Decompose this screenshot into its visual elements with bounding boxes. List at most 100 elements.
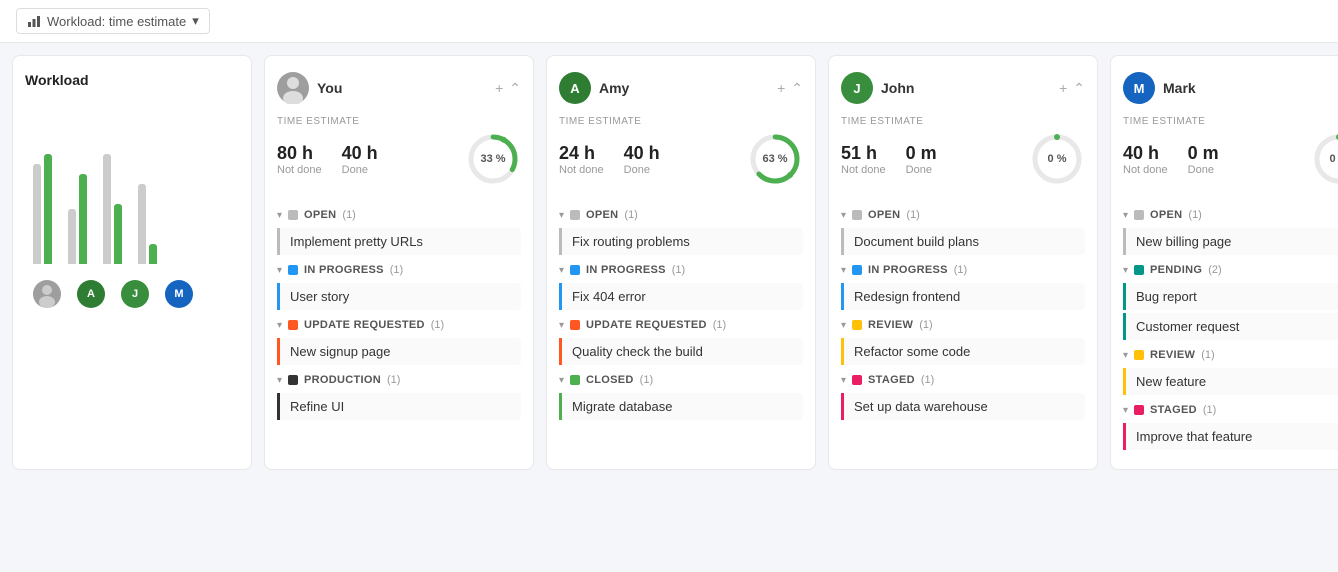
header-actions-amy[interactable]: + ⌃ [777, 80, 803, 97]
section-amy-0: ▾ OPEN (1) Fix routing problems [559, 203, 803, 255]
header-actions-you[interactable]: + ⌃ [495, 80, 521, 97]
te-section-mark: 40 h Not done 0 m Done 0 % [1123, 131, 1338, 187]
avatar-john: J [841, 72, 873, 104]
header-actions-john[interactable]: + ⌃ [1059, 80, 1085, 97]
chevron-icon: ▾ [277, 210, 282, 221]
section-mark-2: ▾ REVIEW (1) New feature [1123, 343, 1338, 395]
bar-chart [25, 104, 239, 264]
task-item[interactable]: Document build plans [841, 228, 1085, 255]
task-label: Redesign frontend [854, 289, 960, 304]
section-you-0: ▾ OPEN (1) Implement pretty URLs [277, 203, 521, 255]
section-header-you-3[interactable]: ▾ PRODUCTION (1) [277, 368, 521, 390]
section-count: (1) [431, 319, 444, 331]
section-header-mark-1[interactable]: ▾ PENDING (2) [1123, 258, 1338, 280]
task-item[interactable]: Fix routing problems [559, 228, 803, 255]
task-item[interactable]: New feature [1123, 368, 1338, 395]
task-label: Refactor some code [854, 344, 970, 359]
section-header-john-2[interactable]: ▾ REVIEW (1) [841, 313, 1085, 335]
person-info-mark: M Mark [1123, 72, 1196, 104]
task-item[interactable]: Migrate database [559, 393, 803, 420]
add-icon-you[interactable]: + [495, 80, 503, 96]
chevron-icon: ▾ [277, 265, 282, 276]
person-info-john: J John [841, 72, 914, 104]
section-name: UPDATE REQUESTED [304, 319, 425, 331]
section-dot [570, 265, 580, 275]
chevron-icon: ▾ [559, 320, 564, 331]
section-header-amy-1[interactable]: ▾ IN PROGRESS (1) [559, 258, 803, 280]
section-count: (1) [387, 374, 400, 386]
section-header-mark-0[interactable]: ▾ OPEN (1) [1123, 203, 1338, 225]
add-icon-amy[interactable]: + [777, 80, 785, 96]
person-info-you: You [277, 72, 342, 104]
sections-john: ▾ OPEN (1) Document build plans ▾ [841, 203, 1085, 420]
chevron-icon: ▾ [277, 320, 282, 331]
task-item[interactable]: Improve that feature [1123, 423, 1338, 450]
collapse-icon-you[interactable]: ⌃ [509, 80, 521, 97]
person-name-mark: Mark [1163, 80, 1196, 96]
chevron-icon: ▾ [559, 210, 564, 221]
chevron-icon: ▾ [559, 265, 564, 276]
section-amy-2: ▾ UPDATE REQUESTED (1) Quality check the… [559, 313, 803, 365]
section-name: PRODUCTION [304, 374, 381, 386]
sections-you: ▾ OPEN (1) Implement pretty URLs ▾ [277, 203, 521, 420]
task-item[interactable]: New signup page [277, 338, 521, 365]
te-label-mark: TIME ESTIMATE [1123, 116, 1338, 127]
section-header-amy-2[interactable]: ▾ UPDATE REQUESTED (1) [559, 313, 803, 335]
task-item[interactable]: Implement pretty URLs [277, 228, 521, 255]
section-name: OPEN [868, 209, 900, 221]
te-not-done-you: 80 h Not done [277, 143, 322, 176]
person-header-mark: M Mark + ⌃ [1123, 72, 1338, 104]
section-dot [288, 210, 298, 220]
section-name: OPEN [1150, 209, 1182, 221]
section-header-you-0[interactable]: ▾ OPEN (1) [277, 203, 521, 225]
chevron-icon: ▾ [841, 210, 846, 221]
workload-btn-label: Workload: time estimate [47, 14, 186, 29]
section-header-mark-3[interactable]: ▾ STAGED (1) [1123, 398, 1338, 420]
task-item[interactable]: User story [277, 283, 521, 310]
task-label: Fix routing problems [572, 234, 690, 249]
task-item[interactable]: New billing page [1123, 228, 1338, 255]
section-header-you-1[interactable]: ▾ IN PROGRESS (1) [277, 258, 521, 280]
section-count: (1) [1188, 209, 1201, 221]
te-label-amy: TIME ESTIMATE [559, 116, 803, 127]
workload-button[interactable]: Workload: time estimate ▾ [16, 8, 210, 34]
task-item[interactable]: Set up data warehouse [841, 393, 1085, 420]
bar-group-john [103, 134, 122, 264]
task-item[interactable]: Customer request [1123, 313, 1338, 340]
collapse-icon-amy[interactable]: ⌃ [791, 80, 803, 97]
section-you-2: ▾ UPDATE REQUESTED (1) New signup page [277, 313, 521, 365]
te-section-john: 51 h Not done 0 m Done 0 % [841, 131, 1085, 187]
avatar-john-small: J [121, 280, 149, 308]
avatar-amy: A [559, 72, 591, 104]
columns-container: You + ⌃ TIME ESTIMATE 80 h Not done 40 h… [264, 55, 1338, 470]
task-item[interactable]: Quality check the build [559, 338, 803, 365]
task-item[interactable]: Redesign frontend [841, 283, 1085, 310]
chevron-icon: ▾ [559, 375, 564, 386]
task-item[interactable]: Refactor some code [841, 338, 1085, 365]
section-header-you-2[interactable]: ▾ UPDATE REQUESTED (1) [277, 313, 521, 335]
section-header-amy-0[interactable]: ▾ OPEN (1) [559, 203, 803, 225]
section-dot [1134, 405, 1144, 415]
task-label: Document build plans [854, 234, 979, 249]
section-header-mark-2[interactable]: ▾ REVIEW (1) [1123, 343, 1338, 365]
section-dot [852, 320, 862, 330]
donut-label-mark: 0 % [1330, 153, 1338, 165]
bar-mark-green [149, 244, 157, 264]
person-header-john: J John + ⌃ [841, 72, 1085, 104]
chevron-icon: ▾ [277, 375, 282, 386]
te-not-done-mark: 40 h Not done [1123, 143, 1168, 176]
section-header-john-1[interactable]: ▾ IN PROGRESS (1) [841, 258, 1085, 280]
section-header-john-0[interactable]: ▾ OPEN (1) [841, 203, 1085, 225]
task-item[interactable]: Refine UI [277, 393, 521, 420]
task-item[interactable]: Bug report [1123, 283, 1338, 310]
section-header-amy-3[interactable]: ▾ CLOSED (1) [559, 368, 803, 390]
task-item[interactable]: Fix 404 error [559, 283, 803, 310]
collapse-icon-john[interactable]: ⌃ [1073, 80, 1085, 97]
section-header-john-3[interactable]: ▾ STAGED (1) [841, 368, 1085, 390]
avatar-row: A J M [25, 280, 239, 308]
add-icon-john[interactable]: + [1059, 80, 1067, 96]
chevron-icon: ▾ [1123, 210, 1128, 221]
workload-title: Workload [25, 72, 239, 88]
te-not-done-amy: 24 h Not done [559, 143, 604, 176]
donut-label-amy: 63 % [762, 153, 787, 165]
